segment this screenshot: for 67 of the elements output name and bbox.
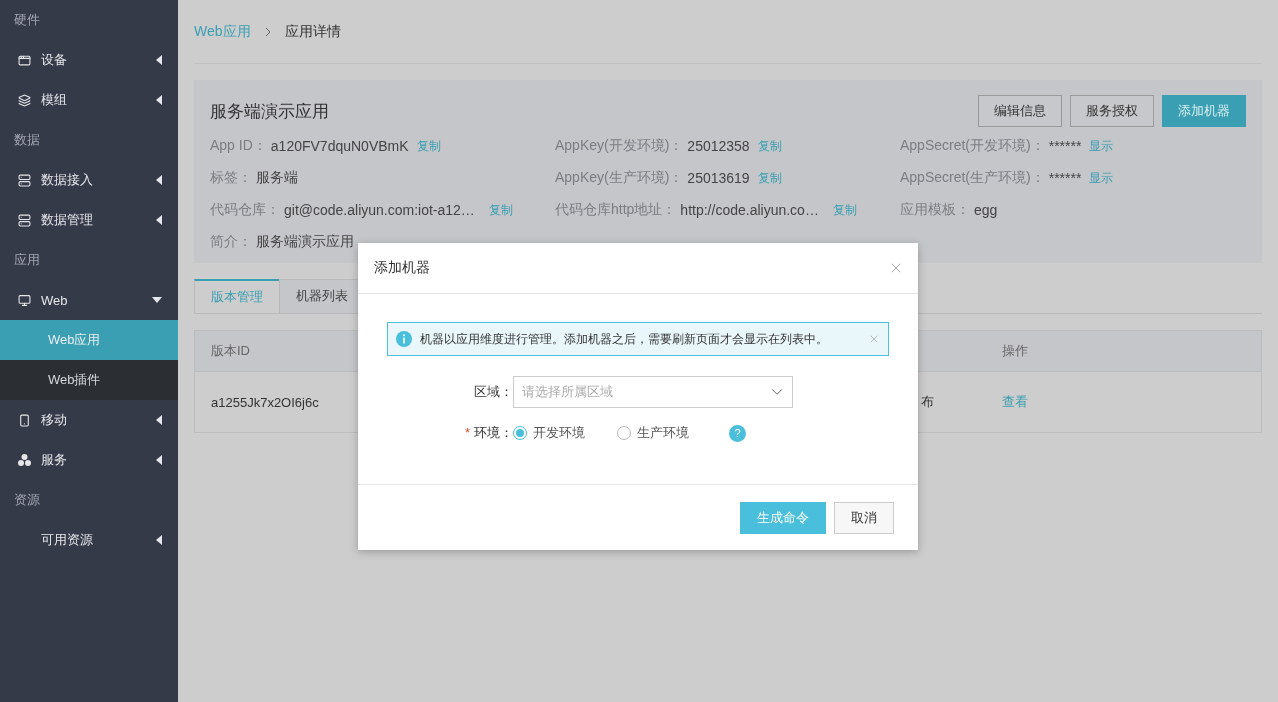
- sidebar-item[interactable]: 可用资源: [0, 520, 178, 560]
- caret-down-icon: [152, 297, 162, 303]
- phone-icon: [17, 413, 31, 427]
- dialog-button[interactable]: 取消: [834, 501, 894, 534]
- field-label: AppSecret(生产环境)：: [900, 169, 1045, 187]
- sidebar-item[interactable]: Web: [0, 280, 178, 320]
- alert-message: 机器以应用维度进行管理。添加机器之后，需要刷新页面才会显示在列表中。: [420, 330, 829, 348]
- field-value: 服务端演示应用: [256, 233, 354, 251]
- caret-left-icon: [156, 55, 162, 65]
- sidebar-item[interactable]: 设备: [0, 40, 178, 80]
- action-button[interactable]: 编辑信息: [978, 95, 1062, 127]
- field-label: AppSecret(开发环境)：: [900, 137, 1045, 155]
- field-value: egg: [974, 202, 998, 218]
- field-value: 服务端: [256, 169, 298, 187]
- sidebar-item[interactable]: 数据管理: [0, 200, 178, 240]
- field-label: 代码仓库http地址：: [555, 201, 677, 219]
- server-icon: [17, 173, 31, 187]
- field-label: AppKey(开发环境)：: [555, 137, 684, 155]
- field-label: AppKey(生产环境)：: [555, 169, 684, 187]
- caret-left-icon: [156, 415, 162, 425]
- section-header: 资源: [13, 491, 41, 509]
- monitor-icon: [17, 293, 31, 307]
- server-icon: [17, 213, 31, 227]
- caret-left-icon: [156, 455, 162, 465]
- field-value: 25013619: [687, 170, 750, 186]
- section-header: 应用: [13, 251, 41, 269]
- section-header: 硬件: [13, 11, 41, 29]
- table-cell-text: 布: [920, 393, 935, 411]
- field-label: 应用模板：: [900, 201, 970, 219]
- region-label: 区域：: [473, 383, 513, 401]
- layers-icon: [17, 93, 31, 107]
- info-icon: [396, 331, 412, 347]
- breadcrumb-current: 应用详情: [284, 22, 341, 41]
- required-mark: *: [464, 425, 470, 440]
- field-value: git@code.aliyun.com:iot-a12…: [284, 202, 475, 218]
- window-icon: [17, 53, 31, 67]
- caret-left-icon: [156, 175, 162, 185]
- section-header: 数据: [13, 131, 41, 149]
- field-value: ******: [1048, 170, 1082, 186]
- radio-option[interactable]: 生产环境: [617, 424, 689, 442]
- field-value: a120FV7dquN0VBmK: [270, 138, 409, 154]
- field-value: ******: [1048, 138, 1082, 154]
- sidebar-item[interactable]: 服务: [0, 440, 178, 480]
- column-header: 版本ID: [210, 342, 251, 360]
- radio-option[interactable]: 开发环境: [513, 424, 585, 442]
- field-label: 简介：: [210, 233, 252, 251]
- sidebar-subitem[interactable]: Web插件: [0, 360, 178, 400]
- sidebar-item[interactable]: 数据接入: [0, 160, 178, 200]
- caret-left-icon: [156, 95, 162, 105]
- column-header: 操作: [1001, 342, 1029, 360]
- caret-left-icon: [156, 215, 162, 225]
- field-value: http://code.aliyun.co…: [680, 202, 819, 218]
- caret-left-icon: [156, 535, 162, 545]
- table-cell-text: a1255Jk7x2OI6j6c: [210, 394, 320, 410]
- alert-close-button[interactable]: [868, 333, 880, 345]
- sidebar-item[interactable]: 模组: [0, 80, 178, 120]
- chevron-right-icon: [264, 26, 271, 37]
- circles-icon: [17, 454, 31, 466]
- field-value: 25012358: [687, 138, 750, 154]
- app-title: 服务端演示应用: [210, 100, 329, 123]
- dialog-title: 添加机器: [374, 259, 430, 277]
- sidebar-item[interactable]: 移动: [0, 400, 178, 440]
- field-label: 代码仓库：: [210, 201, 280, 219]
- field-label: 标签：: [210, 169, 252, 187]
- action-button[interactable]: 服务授权: [1070, 95, 1154, 127]
- field-label: App ID：: [210, 137, 267, 155]
- environment-label: * 环境：: [463, 424, 513, 442]
